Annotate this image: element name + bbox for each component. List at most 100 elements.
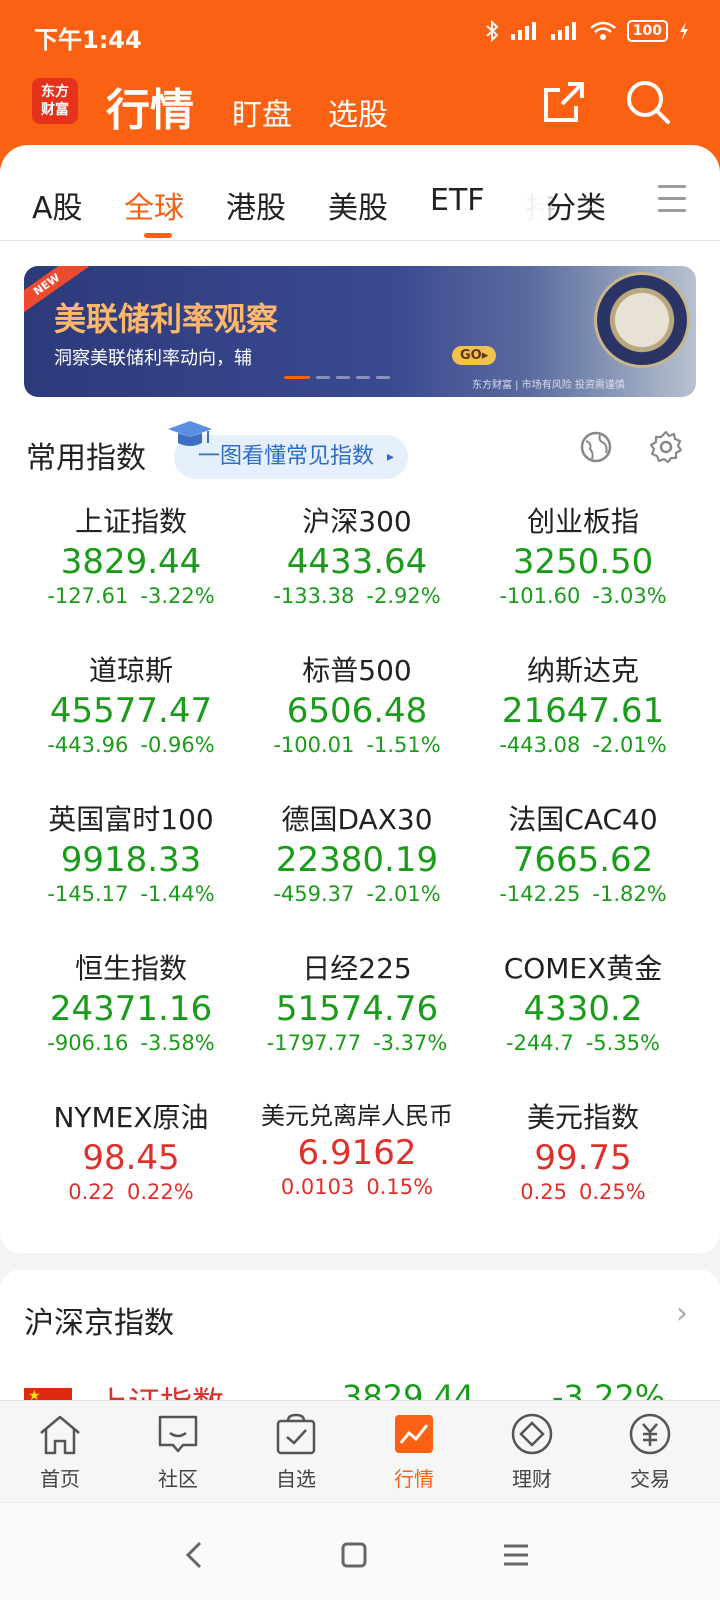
index-price: 7665.62 <box>512 840 654 880</box>
index-card[interactable]: 标普500 6506.48 -100.01 -1.51% <box>242 649 472 757</box>
domestic-indices-title[interactable]: 沪深京指数 <box>24 1298 174 1342</box>
nav-finance[interactable]: 理财 <box>472 1413 592 1492</box>
tab-categories[interactable]: 分类 <box>546 183 606 227</box>
market-card: A股 全球 港股 美股 ETF 持 分类 NEW 美联储利率观察 洞察美联储利率… <box>0 145 720 1253</box>
index-card[interactable]: 德国DAX30 22380.19 -459.37 -2.01% <box>242 798 472 906</box>
index-change-row: -101.60 -3.03% <box>468 584 698 608</box>
index-card[interactable]: 道琼斯 45577.47 -443.96 -0.96% <box>16 649 246 757</box>
index-name: 英国富时100 <box>48 803 214 836</box>
index-change-pct: -2.92% <box>366 584 441 608</box>
index-change-row: -127.61 -3.22% <box>16 584 246 608</box>
index-change-row: -100.01 -1.51% <box>242 733 472 757</box>
index-change: -244.7 <box>506 1031 574 1055</box>
index-card[interactable]: 上证指数 3829.44 -127.61 -3.22% <box>16 500 246 608</box>
tab-us-stocks[interactable]: 美股 <box>328 183 388 227</box>
search-icon[interactable] <box>622 76 674 128</box>
index-price: 3829.44 <box>60 542 202 582</box>
settings-gear-icon[interactable] <box>648 429 684 465</box>
index-change-pct: 0.25% <box>579 1180 646 1204</box>
index-name: 法国CAC40 <box>508 803 658 836</box>
index-change-row: -459.37 -2.01% <box>242 882 472 906</box>
index-change: -145.17 <box>47 882 129 906</box>
index-change-pct: 0.22% <box>127 1180 194 1204</box>
caret-right-icon: ▸ <box>386 449 395 465</box>
share-icon[interactable] <box>538 76 590 128</box>
index-change: -142.25 <box>499 882 581 906</box>
nav-watchlist-label: 自选 <box>276 1467 316 1491</box>
index-card[interactable]: 日经225 51574.76 -1797.77 -3.37% <box>242 947 472 1055</box>
nav-watch-button[interactable]: 盯盘 <box>232 90 292 134</box>
index-change: 0.25 <box>520 1180 568 1204</box>
back-icon[interactable] <box>176 1535 216 1575</box>
recent-apps-icon[interactable] <box>496 1535 536 1575</box>
index-change: -443.96 <box>47 733 129 757</box>
pagination-dot[interactable] <box>336 376 350 379</box>
tab-fade <box>508 181 548 221</box>
index-guide-label: 一图看懂常见指数 <box>198 444 375 469</box>
signal-icon-2 <box>550 22 576 40</box>
banner-go-button[interactable]: GO▸ <box>452 346 497 365</box>
index-change-row: -906.16 -3.58% <box>16 1031 246 1055</box>
index-card[interactable]: 美元兑离岸人民币 6.9162 0.0103 0.15% <box>242 1096 472 1199</box>
index-change-row: 0.22 0.22% <box>16 1180 246 1204</box>
index-card[interactable]: 创业板指 3250.50 -101.60 -3.03% <box>468 500 698 608</box>
pagination-dot[interactable] <box>284 376 310 379</box>
app-logo[interactable]: 东方 财富 <box>32 78 78 124</box>
index-price: 45577.47 <box>49 691 213 731</box>
index-price: 51574.76 <box>275 989 439 1029</box>
trade-icon <box>629 1413 671 1455</box>
index-card[interactable]: 纳斯达克 21647.61 -443.08 -2.01% <box>468 649 698 757</box>
index-card[interactable]: 恒生指数 24371.16 -906.16 -3.58% <box>16 947 246 1055</box>
domestic-indices-card: 沪深京指数 › 上证指数 3829.44 -3.22% <box>0 1270 720 1410</box>
index-change-pct: -1.82% <box>592 882 667 906</box>
index-change: -100.01 <box>273 733 355 757</box>
pagination-dot[interactable] <box>376 376 390 379</box>
page-title: 行情 <box>106 85 194 136</box>
index-price: 21647.61 <box>501 691 665 731</box>
index-card[interactable]: 英国富时100 9918.33 -145.17 -1.44% <box>16 798 246 906</box>
index-change-pct: -5.35% <box>585 1031 660 1055</box>
index-change-row: -443.08 -2.01% <box>468 733 698 757</box>
nav-stock-picker-button[interactable]: 选股 <box>328 90 388 134</box>
status-bar: 下午1:44 100 <box>0 0 720 70</box>
pagination-dot[interactable] <box>316 376 330 379</box>
index-price: 6506.48 <box>286 691 428 731</box>
nav-trade[interactable]: 交易 <box>590 1413 710 1492</box>
fed-rate-banner[interactable]: NEW 美联储利率观察 洞察美联储利率动向，辅 GO▸ 东方财富 | 市场有风险… <box>24 266 696 397</box>
index-name: 日经225 <box>302 952 412 985</box>
index-price: 6.9162 <box>297 1133 417 1173</box>
nav-community[interactable]: 社区 <box>118 1413 238 1492</box>
nav-home[interactable]: 首页 <box>0 1413 120 1492</box>
banner-pagination <box>284 376 390 379</box>
index-card[interactable]: 美元指数 99.75 0.25 0.25% <box>468 1096 698 1204</box>
globe-icon[interactable] <box>578 429 614 465</box>
index-change-pct: -3.37% <box>373 1031 448 1055</box>
fed-seal-icon <box>594 272 690 368</box>
index-change-row: -142.25 -1.82% <box>468 882 698 906</box>
nav-watchlist[interactable]: 自选 <box>236 1413 356 1492</box>
chevron-right-icon[interactable]: › <box>676 1296 688 1331</box>
tab-global[interactable]: 全球 <box>124 183 184 227</box>
index-change-pct: -1.51% <box>366 733 441 757</box>
tab-hk-stocks[interactable]: 港股 <box>226 183 286 227</box>
home-button-icon[interactable] <box>334 1535 374 1575</box>
index-card[interactable]: COMEX黄金 4330.2 -244.7 -5.35% <box>468 947 698 1055</box>
nav-market[interactable]: 行情 <box>354 1413 474 1492</box>
banner-title: 美联储利率观察 <box>54 300 279 338</box>
index-change-row: -145.17 -1.44% <box>16 882 246 906</box>
index-change-row: -443.96 -0.96% <box>16 733 246 757</box>
signal-icon <box>510 22 536 40</box>
index-card[interactable]: 沪深300 4433.64 -133.38 -2.92% <box>242 500 472 608</box>
tab-etf[interactable]: ETF <box>430 183 485 218</box>
index-name: 道琼斯 <box>88 654 173 687</box>
market-tabs: A股 全球 港股 美股 ETF 持 分类 <box>0 145 720 241</box>
nav-trade-label: 交易 <box>630 1467 670 1491</box>
battery-indicator: 100 <box>626 20 668 42</box>
index-change: -127.61 <box>47 584 129 608</box>
pagination-dot[interactable] <box>356 376 370 379</box>
index-card[interactable]: NYMEX原油 98.45 0.22 0.22% <box>16 1096 246 1204</box>
index-card[interactable]: 法国CAC40 7665.62 -142.25 -1.82% <box>468 798 698 906</box>
status-icons: 100 <box>485 20 690 42</box>
tab-a-shares[interactable]: A股 <box>32 183 83 227</box>
tab-menu-icon[interactable] <box>658 185 686 221</box>
